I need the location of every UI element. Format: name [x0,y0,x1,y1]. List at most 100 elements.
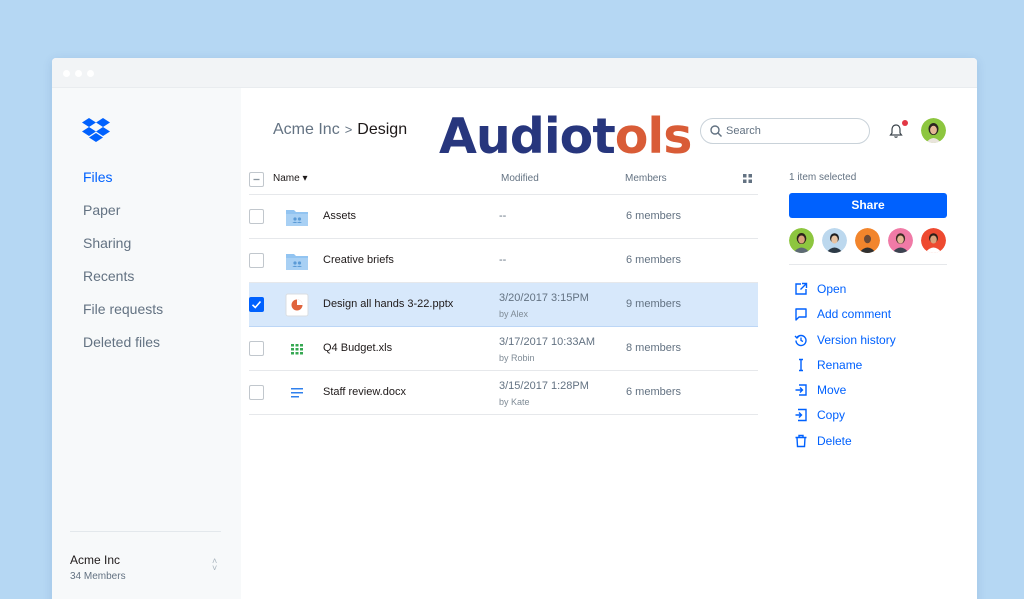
action-copy[interactable]: Copy [789,407,947,432]
action-label: Rename [817,357,863,372]
breadcrumb-parent[interactable]: Acme Inc [273,121,340,138]
file-table: Name ▾ Modified Members Assets -- 6 memb… [249,168,758,415]
file-name[interactable]: Q4 Budget.xls [323,342,392,354]
modified-date: 3/15/2017 1:28PM [499,380,589,392]
action-label: Version history [817,332,896,347]
search-box[interactable] [700,118,870,144]
action-delete[interactable]: Delete [789,433,947,458]
audiotools-watermark: Audiotols [439,108,693,165]
sidebar-item-deleted-files[interactable]: Deleted files [83,333,163,366]
sidebar-nav: Files Paper Sharing Recents File request… [83,168,163,366]
file-name[interactable]: Staff review.docx [323,386,406,398]
sidebar-item-recents[interactable]: Recents [83,267,163,300]
file-actions-list: Open Add comment Version history Rename … [789,281,947,458]
open-external-icon [795,282,808,295]
checkmark-icon [251,300,262,309]
column-header-name[interactable]: Name ▾ [273,173,307,184]
window-dot-minimize[interactable] [75,70,82,77]
table-row[interactable]: Creative briefs -- 6 members [249,239,758,283]
member-count: 6 members [626,386,682,398]
member-count: 6 members [626,210,682,222]
window-dot-maximize[interactable] [87,70,94,77]
member-count: 8 members [626,342,682,354]
modified-date: 3/17/2017 10:33AM [499,336,596,348]
member-avatar[interactable] [888,228,913,253]
action-label: Copy [817,408,846,423]
file-name[interactable]: Design all hands 3-22.pptx [323,298,453,310]
spreadsheet-file-icon [291,344,303,355]
action-label: Add comment [817,307,892,322]
watermark-text-part2: ols [614,108,693,165]
shared-folder-icon [286,254,308,270]
sidebar: Files Paper Sharing Recents File request… [52,88,241,599]
row-checkbox[interactable] [249,385,264,400]
rename-cursor-icon [799,358,803,372]
action-open[interactable]: Open [789,281,947,306]
member-count: 6 members [626,254,682,266]
action-version-history[interactable]: Version history [789,332,947,357]
column-header-members[interactable]: Members [625,173,667,184]
app-window: Files Paper Sharing Recents File request… [52,58,977,599]
member-avatar[interactable] [789,228,814,253]
row-checkbox-checked[interactable] [249,297,264,312]
column-header-modified[interactable]: Modified [501,173,539,184]
sidebar-item-file-requests[interactable]: File requests [83,300,163,333]
search-icon [710,125,722,137]
breadcrumb: Acme Inc > Design [273,121,407,139]
breadcrumb-separator: > [344,122,353,137]
notification-badge [902,120,908,126]
user-avatar[interactable] [921,118,946,143]
powerpoint-file-icon [285,293,309,317]
panel-divider [789,264,947,265]
action-label: Delete [817,433,852,448]
history-icon [794,334,807,346]
member-avatar[interactable] [855,228,880,253]
member-avatar[interactable] [921,228,946,253]
document-file-icon [291,388,303,398]
table-row[interactable]: Staff review.docx 3/15/2017 1:28PM by Ka… [249,371,758,415]
dropbox-logo-icon[interactable] [82,118,110,144]
table-row[interactable]: Q4 Budget.xls 3/17/2017 10:33AM by Robin… [249,327,758,371]
share-button[interactable]: Share [789,193,947,218]
row-checkbox[interactable] [249,209,264,224]
table-header: Name ▾ Modified Members [249,168,758,195]
row-checkbox[interactable] [249,253,264,268]
select-all-checkbox[interactable] [249,172,264,187]
window-titlebar [52,58,977,88]
team-switcher-chevron-icon[interactable]: ˄ ˅ [212,557,217,573]
copy-icon [795,409,807,422]
table-row[interactable]: Assets -- 6 members [249,195,758,239]
minus-icon [253,178,260,181]
search-input[interactable] [726,123,861,139]
member-avatar[interactable] [822,228,847,253]
window-dot-close[interactable] [63,70,70,77]
file-name[interactable]: Creative briefs [323,254,394,266]
action-move[interactable]: Move [789,382,947,407]
shared-members-avatars [789,228,947,254]
action-add-comment[interactable]: Add comment [789,306,947,331]
details-panel: 1 item selected Share Open Add comment V… [789,168,947,458]
modified-by: by Kate [499,397,530,407]
sidebar-item-files[interactable]: Files [83,168,163,201]
table-row-selected[interactable]: Design all hands 3-22.pptx 3/20/2017 3:1… [249,283,758,327]
member-count: 9 members [626,298,682,310]
notification-bell-icon[interactable] [888,123,904,139]
shared-folder-icon [286,210,308,226]
modified-date: -- [499,210,507,222]
selection-count: 1 item selected [789,172,857,183]
modified-date: 3/20/2017 3:15PM [499,292,589,304]
action-label: Open [817,282,847,296]
breadcrumb-current: Design [357,121,408,138]
move-icon [795,384,807,396]
sidebar-item-paper[interactable]: Paper [83,201,163,234]
file-name[interactable]: Assets [323,210,356,222]
grid-view-icon[interactable] [743,174,752,183]
team-name[interactable]: Acme Inc [70,553,120,567]
team-member-count: 34 Members [70,571,126,582]
main-content: Acme Inc > Design Audiotols Search Name … [241,88,977,599]
trash-icon [795,434,807,447]
action-label: Move [817,383,847,398]
row-checkbox[interactable] [249,341,264,356]
action-rename[interactable]: Rename [789,357,947,382]
sidebar-item-sharing[interactable]: Sharing [83,234,163,267]
